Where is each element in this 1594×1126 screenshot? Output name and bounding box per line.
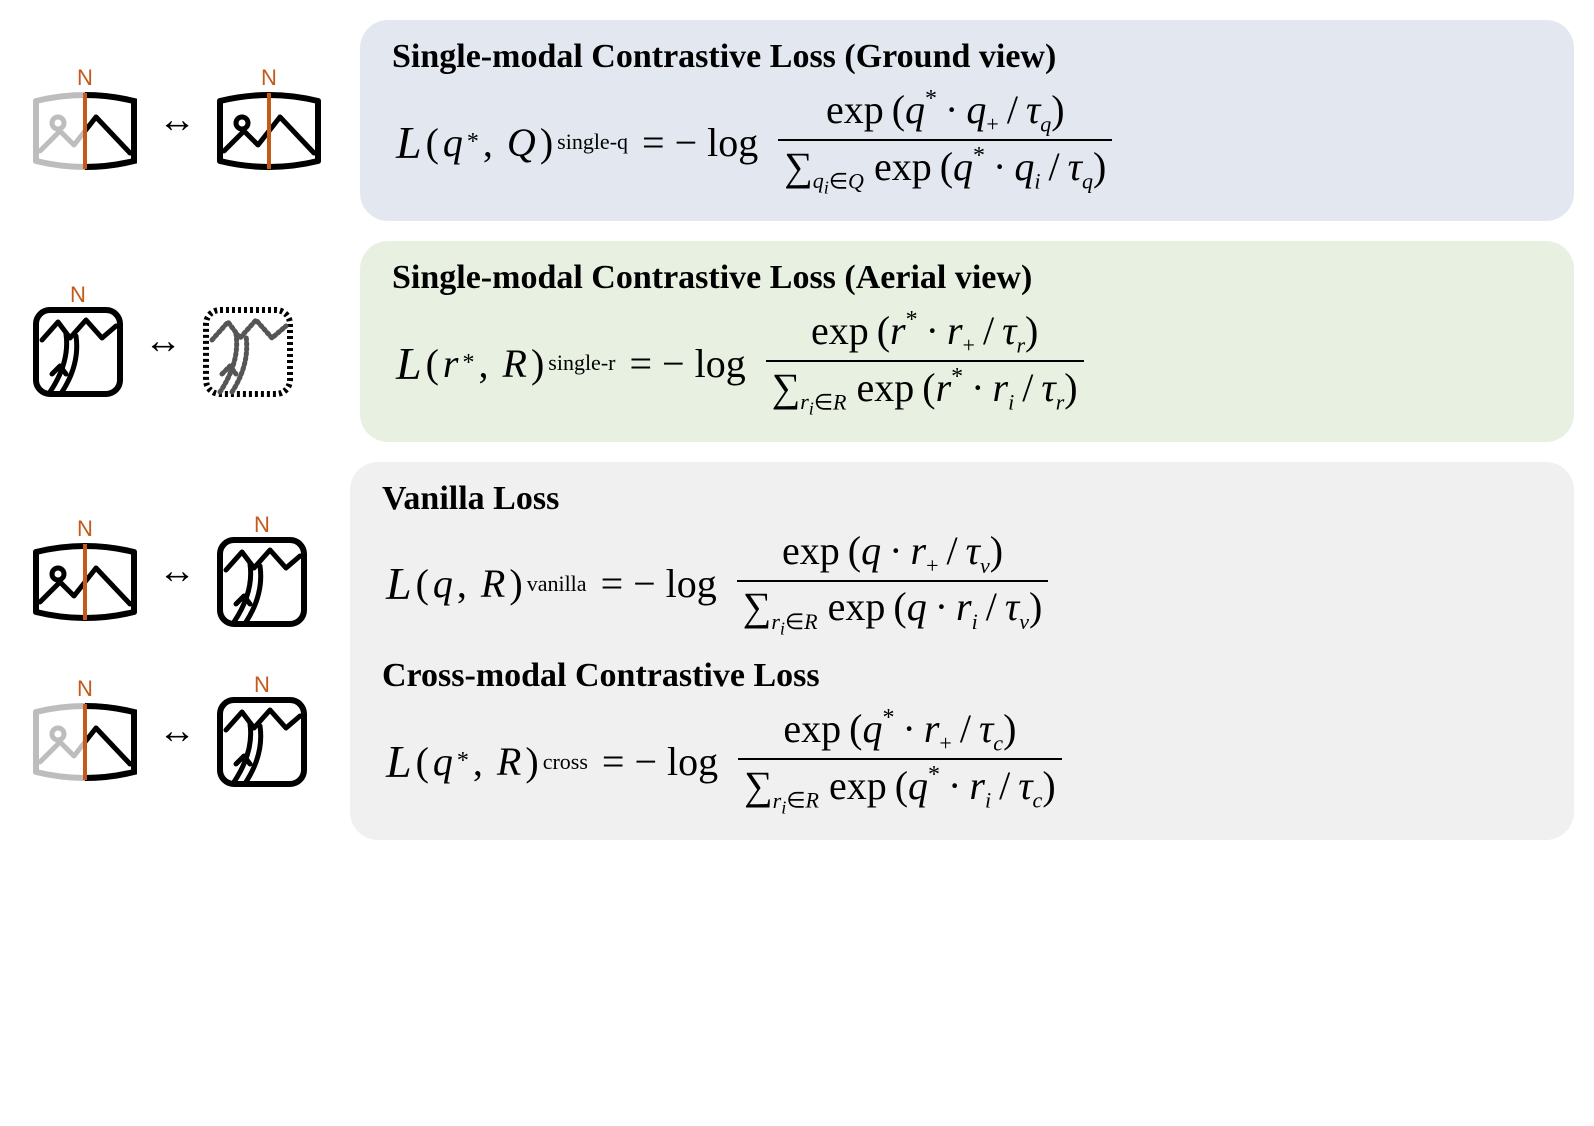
icons-cross: N ↔ — [20, 672, 350, 790]
title-cross: Cross-modal Contrastive Loss — [382, 657, 1546, 695]
bidir-arrow-icon: ↔ — [158, 712, 196, 750]
icons-vanilla: N ↔ N — [20, 512, 350, 630]
icons-aerial: N ↔ N — [20, 282, 360, 400]
row-ground: N ↔ N — [20, 20, 1574, 221]
icons-ground: N ↔ N — [20, 65, 360, 175]
bidir-arrow-icon: ↔ — [158, 101, 196, 139]
north-label: N — [70, 282, 86, 306]
panel-cross: Vanilla Loss L(q, R)vanilla = − log exp … — [350, 462, 1574, 840]
pano-full-icon — [30, 538, 140, 626]
panel-ground: Single-modal Contrastive Loss (Ground vi… — [360, 20, 1574, 221]
north-label: N — [77, 516, 93, 540]
row-cross: N ↔ N — [20, 462, 1574, 840]
aerial-icon — [214, 534, 310, 630]
title-aerial: Single-modal Contrastive Loss (Aerial vi… — [392, 259, 1546, 297]
north-label: N — [261, 65, 277, 89]
title-ground: Single-modal Contrastive Loss (Ground vi… — [392, 38, 1546, 76]
row-aerial: N ↔ N — [20, 241, 1574, 442]
bidir-arrow-icon: ↔ — [158, 552, 196, 590]
pano-cropped-icon — [30, 87, 140, 175]
pano-cropped-icon — [30, 698, 140, 786]
equation-cross: L(q*, R)cross = − log exp (q* · r+ / τc)… — [378, 705, 1546, 818]
equation-vanilla: L(q, R)vanilla = − log exp (q · r+ / τv)… — [378, 528, 1546, 639]
equation-aerial: L(r*, R)single-r = − log exp (r* · r+ / … — [388, 307, 1546, 420]
title-vanilla: Vanilla Loss — [382, 480, 1546, 518]
bidir-arrow-icon: ↔ — [144, 322, 182, 360]
aerial-noisy-icon — [200, 304, 296, 400]
pano-full-icon — [214, 87, 324, 175]
north-label: N — [254, 672, 270, 696]
panel-aerial: Single-modal Contrastive Loss (Aerial vi… — [360, 241, 1574, 442]
aerial-icon — [214, 694, 310, 790]
north-label: N — [254, 512, 270, 536]
north-label: N — [77, 676, 93, 700]
equation-ground: L(q*, Q)single-q = − log exp (q* · q+ / … — [388, 86, 1546, 199]
north-label: N — [77, 65, 93, 89]
aerial-icon — [30, 304, 126, 400]
